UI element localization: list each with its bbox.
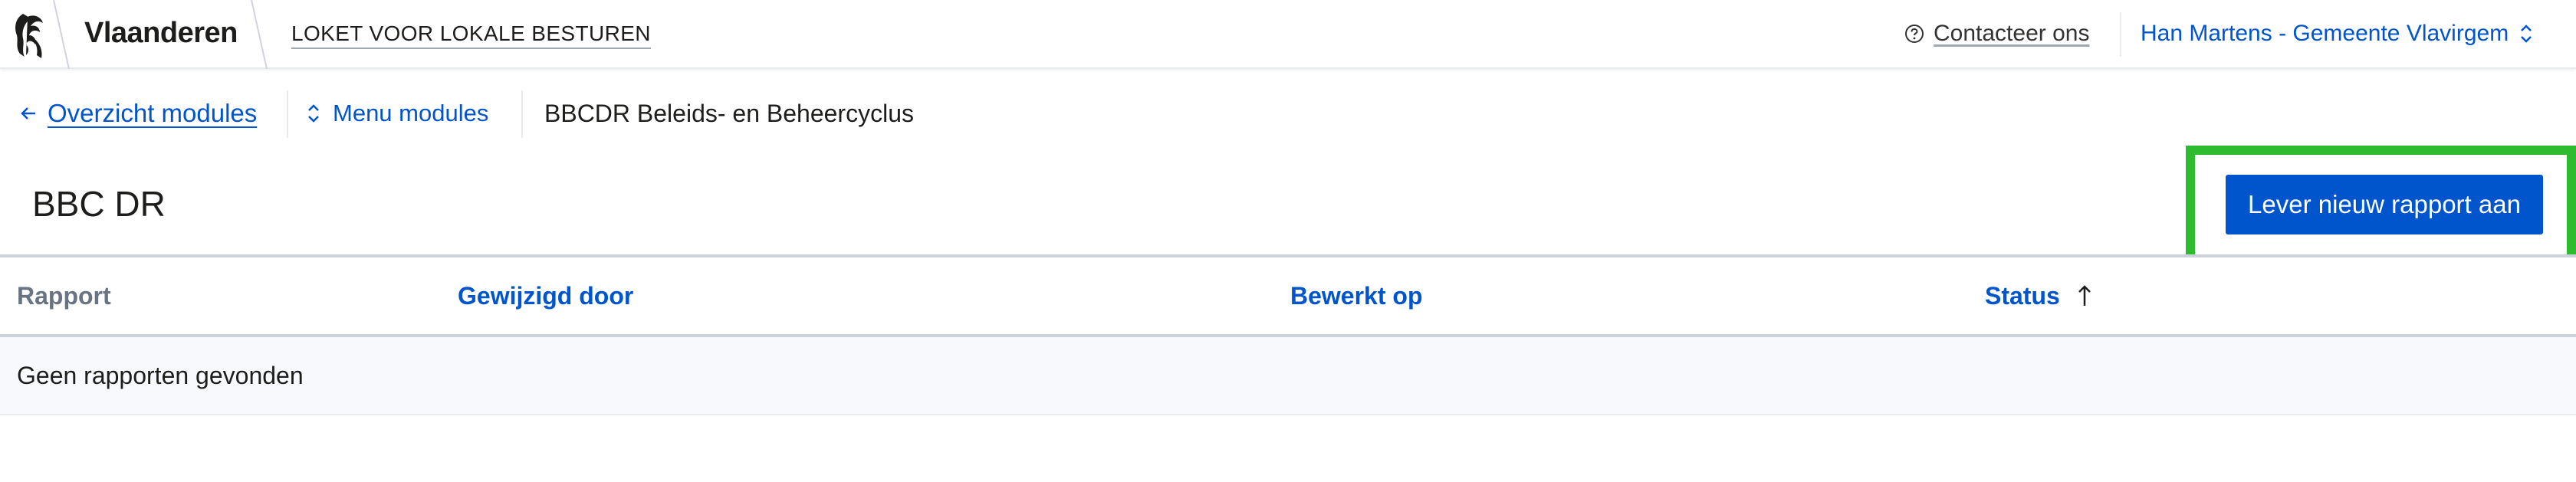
global-header: Vlaanderen LOKET VOOR LOKALE BESTUREN Co… (0, 0, 2576, 69)
current-module: BBCDR Beleids- en Beheercyclus (544, 99, 914, 127)
app-name-link[interactable]: LOKET VOOR LOKALE BESTUREN (291, 20, 651, 49)
page-title: BBC DR (32, 184, 166, 224)
header-divider (251, 0, 268, 69)
menu-modules-button[interactable]: Menu modules (307, 97, 488, 130)
arrow-left-icon (21, 107, 35, 120)
subnav-separator (287, 90, 288, 138)
empty-state-message: Geen rapporten gevonden (17, 361, 304, 389)
contact-link[interactable]: Contacteer ons (1904, 17, 2089, 51)
column-header-gewijzigd-door[interactable]: Gewijzigd door (458, 257, 633, 334)
back-label: Overzicht modules (48, 99, 258, 127)
sort-arrow-up-icon (2078, 285, 2091, 306)
menu-label: Menu modules (333, 100, 489, 126)
module-navigation: Overzicht modules Menu modules BBCDR Bel… (0, 69, 2576, 157)
reports-table: Rapport Gewijzigd door Bewerkt op Status… (0, 254, 2576, 415)
new-report-button[interactable]: Lever nieuw rapport aan (2226, 175, 2543, 234)
user-label: Han Martens - Gemeente Vlavirgem (2141, 21, 2509, 46)
brand-name[interactable]: Vlaanderen (84, 15, 238, 51)
status-header-label: Status (1985, 281, 2060, 310)
table-row: Geen rapporten gevonden (0, 337, 2576, 415)
flemish-lion-logo-icon[interactable] (8, 8, 51, 61)
user-menu-toggle[interactable]: Han Martens - Gemeente Vlavirgem (2141, 17, 2533, 51)
table-header: Rapport Gewijzigd door Bewerkt op Status (0, 254, 2576, 337)
back-to-modules-link[interactable]: Overzicht modules (20, 97, 257, 130)
column-header-rapport: Rapport (17, 281, 111, 310)
header-divider (53, 0, 70, 69)
chevron-up-down-icon (308, 104, 319, 123)
column-header-status[interactable]: Status (1985, 257, 2092, 334)
question-circle-icon (1905, 25, 1924, 43)
header-separator (2120, 12, 2121, 57)
contact-label: Contacteer ons (1934, 21, 2090, 46)
chevron-up-down-icon (2521, 25, 2532, 43)
column-header-bewerkt-op[interactable]: Bewerkt op (1290, 257, 1422, 334)
subnav-separator (521, 90, 523, 138)
